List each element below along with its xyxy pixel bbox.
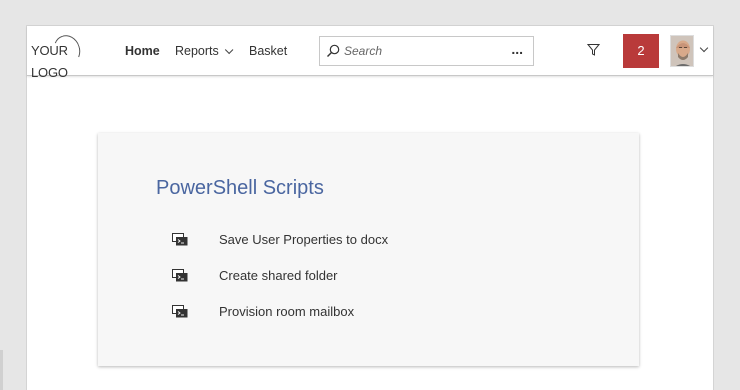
window-edge — [0, 350, 3, 390]
list-item-label: Create shared folder — [219, 268, 338, 283]
nav-home[interactable]: Home — [125, 43, 160, 59]
powershell-script-icon — [172, 233, 188, 246]
list-item-label: Save User Properties to docx — [219, 232, 389, 247]
scripts-card: PowerShell Scripts Save User Properties … — [98, 133, 639, 366]
page-title: PowerShell Scripts — [156, 177, 324, 199]
filter-icon[interactable] — [587, 43, 600, 57]
search-box[interactable]: ... — [319, 36, 534, 66]
search-more-button[interactable]: ... — [511, 41, 523, 57]
list-item-label: Provision room mailbox — [219, 304, 355, 319]
logo[interactable]: YOUR LOGO — [31, 31, 103, 80]
list-item[interactable]: Save User Properties to docx — [172, 230, 592, 250]
avatar-image — [671, 36, 693, 66]
search-input[interactable] — [344, 43, 504, 59]
nav-reports[interactable]: Reports — [175, 43, 234, 59]
chevron-down-icon — [224, 45, 234, 55]
search-icon — [327, 44, 340, 57]
nav-basket[interactable]: Basket — [249, 43, 287, 59]
list-item[interactable]: Create shared folder — [172, 266, 592, 286]
chevron-down-icon[interactable] — [699, 43, 709, 53]
powershell-script-icon — [172, 305, 188, 318]
notification-badge[interactable]: 2 — [623, 34, 659, 68]
powershell-script-icon — [172, 269, 188, 282]
top-navbar: YOUR LOGO Home Reports Basket ... 2 — [27, 26, 713, 80]
list-item[interactable]: Provision room mailbox — [172, 302, 592, 322]
app-window: YOUR LOGO Home Reports Basket ... 2 — [26, 25, 714, 390]
logo-arc-icon — [49, 31, 85, 69]
avatar[interactable] — [670, 35, 694, 67]
nav-reports-label: Reports — [175, 44, 219, 58]
